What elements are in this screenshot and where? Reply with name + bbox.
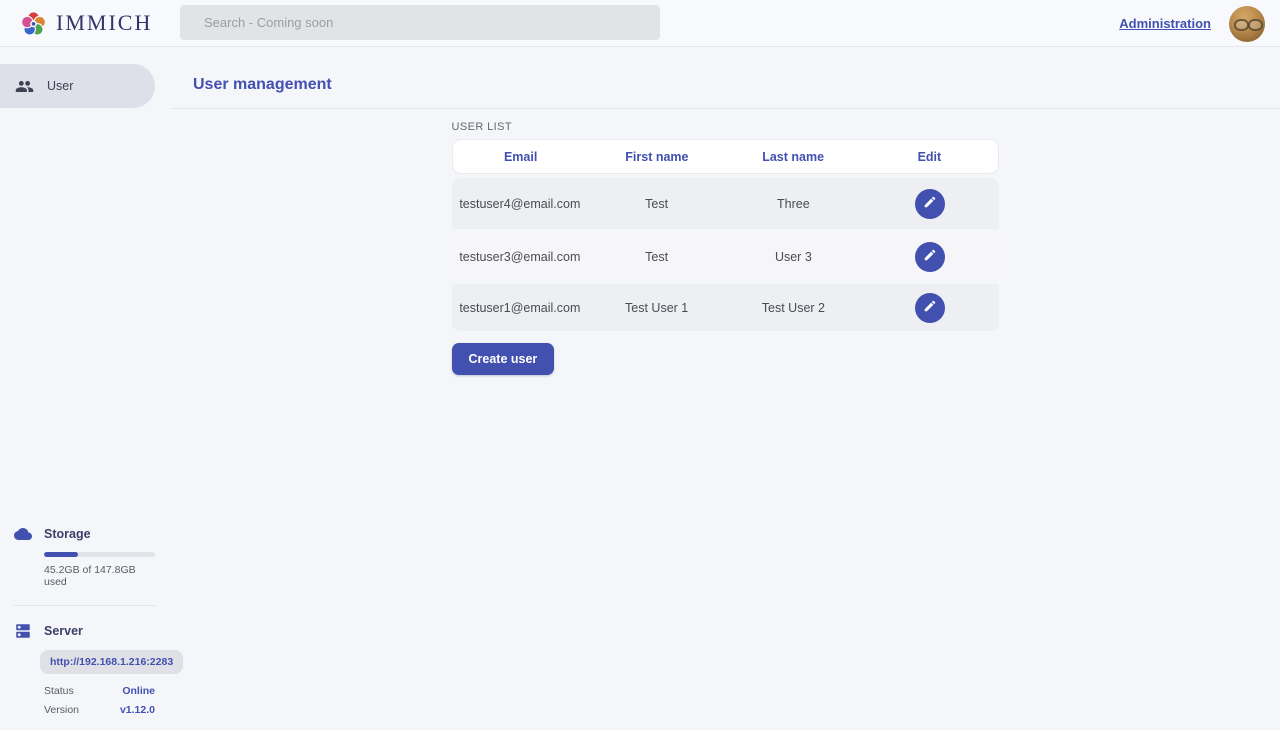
sidebar-item-label: User bbox=[47, 79, 73, 93]
cell-email: testuser4@email.com bbox=[452, 197, 589, 211]
topbar: IMMICH Administration bbox=[0, 0, 1280, 47]
create-user-button[interactable]: Create user bbox=[452, 343, 555, 375]
cell-email: testuser1@email.com bbox=[452, 301, 589, 315]
dns-icon bbox=[14, 622, 32, 640]
column-header-first-name: First name bbox=[589, 150, 725, 164]
sidebar-bottom: Storage 45.2GB of 147.8GB used Server bbox=[0, 525, 170, 730]
server-section: Server http://192.168.1.216:2283 Status … bbox=[0, 622, 170, 716]
administration-link[interactable]: Administration bbox=[1119, 16, 1211, 31]
brand[interactable]: IMMICH bbox=[0, 10, 152, 37]
server-version-row: Version v1.12.0 bbox=[44, 704, 155, 716]
sidebar-divider bbox=[14, 605, 156, 606]
immich-admin-page: IMMICH Administration User bbox=[0, 0, 1280, 730]
table-row: testuser3@email.com Test User 3 bbox=[452, 229, 999, 280]
storage-usage-text: 45.2GB of 147.8GB used bbox=[44, 564, 156, 588]
pencil-icon bbox=[923, 299, 937, 316]
edit-user-button[interactable] bbox=[915, 189, 945, 219]
column-header-email: Email bbox=[453, 150, 589, 164]
server-status-row: Status Online bbox=[44, 685, 155, 697]
table-header-row: Email First name Last name Edit bbox=[452, 139, 999, 174]
immich-logo-icon bbox=[20, 10, 47, 37]
cell-first-name: Test bbox=[588, 197, 725, 211]
pencil-icon bbox=[923, 195, 937, 212]
cell-last-name: Three bbox=[725, 197, 862, 211]
status-label: Status bbox=[44, 685, 74, 697]
storage-progress-bar bbox=[44, 552, 155, 557]
main-content: User management USER LIST Email First na… bbox=[170, 48, 1280, 730]
column-header-edit: Edit bbox=[861, 150, 997, 164]
title-divider bbox=[170, 108, 1280, 109]
topbar-right: Administration bbox=[1119, 0, 1265, 47]
brand-name: IMMICH bbox=[56, 10, 152, 36]
cloud-icon bbox=[14, 525, 32, 543]
cell-first-name: Test bbox=[588, 250, 725, 264]
edit-user-button[interactable] bbox=[915, 293, 945, 323]
storage-section: Storage 45.2GB of 147.8GB used bbox=[0, 525, 170, 588]
people-icon bbox=[15, 77, 34, 96]
table-row: testuser4@email.com Test Three bbox=[452, 178, 999, 229]
column-header-last-name: Last name bbox=[725, 150, 861, 164]
page-title: User management bbox=[193, 76, 1280, 94]
cell-email: testuser3@email.com bbox=[452, 250, 589, 264]
table-body: testuser4@email.com Test Three bbox=[452, 178, 999, 331]
storage-title: Storage bbox=[44, 527, 91, 541]
storage-progress-fill bbox=[44, 552, 78, 557]
user-list-label: USER LIST bbox=[452, 121, 999, 133]
user-table: Email First name Last name Edit testuser… bbox=[452, 139, 999, 331]
server-title: Server bbox=[44, 624, 83, 638]
sidebar-item-user[interactable]: User bbox=[0, 64, 155, 108]
pencil-icon bbox=[923, 248, 937, 265]
table-row: testuser1@email.com Test User 1 Test Use… bbox=[452, 280, 999, 331]
user-avatar[interactable] bbox=[1229, 6, 1265, 42]
status-value: Online bbox=[122, 685, 155, 697]
version-label: Version bbox=[44, 704, 79, 716]
edit-user-button[interactable] bbox=[915, 242, 945, 272]
cell-last-name: User 3 bbox=[725, 250, 862, 264]
version-value: v1.12.0 bbox=[120, 704, 155, 716]
cell-first-name: Test User 1 bbox=[588, 301, 725, 315]
search-input[interactable] bbox=[180, 5, 660, 40]
server-url-chip: http://192.168.1.216:2283 bbox=[40, 650, 183, 674]
sidebar: User Storage 45.2GB of 147.8GB used bbox=[0, 48, 170, 730]
cell-last-name: Test User 2 bbox=[725, 301, 862, 315]
